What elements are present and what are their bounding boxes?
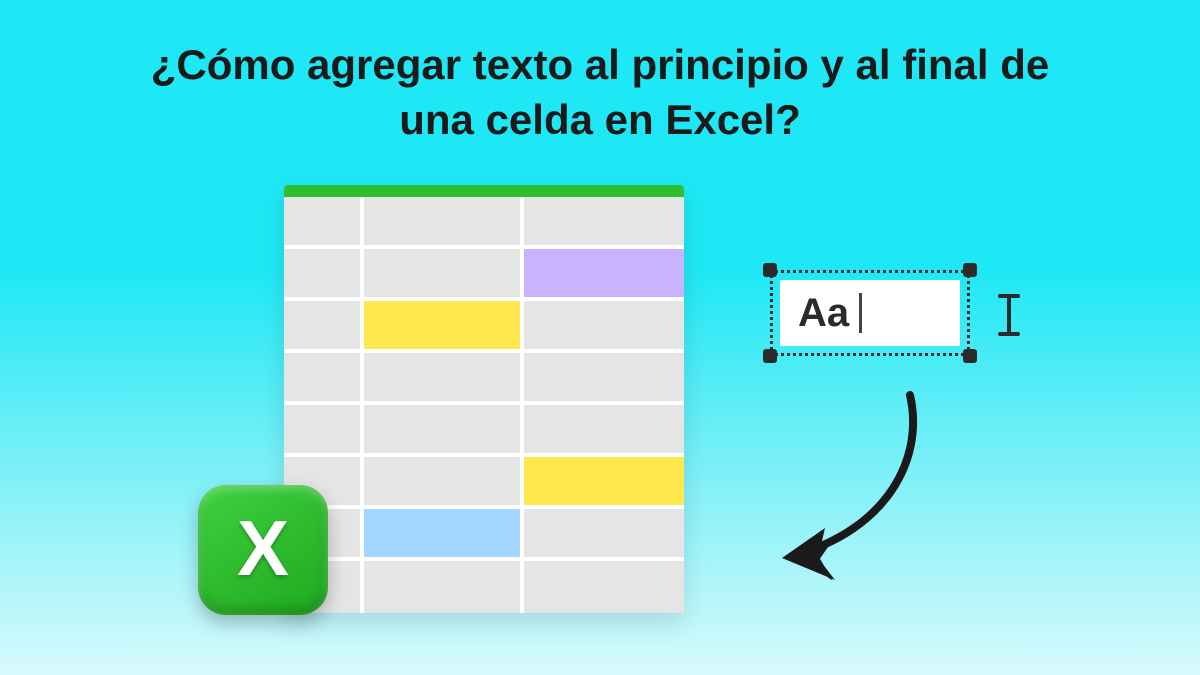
page-title: ¿Cómo agregar texto al principio y al fi… [150, 38, 1050, 147]
spreadsheet-cell [364, 509, 524, 557]
spreadsheet-cell [524, 353, 684, 401]
text-caret [859, 293, 862, 333]
arrow-icon [740, 380, 960, 590]
selection-handle-bottom-left [763, 349, 777, 363]
excel-app-icon: X [198, 485, 328, 615]
ibeam-cursor-icon [998, 294, 1020, 336]
spreadsheet-cell [364, 249, 524, 297]
selection-handle-top-left [763, 263, 777, 277]
spreadsheet-cell [524, 509, 684, 557]
spreadsheet-cell [364, 457, 524, 505]
spreadsheet-cell [284, 197, 364, 245]
text-input-field: Aa [780, 280, 960, 346]
spreadsheet-row [284, 197, 684, 249]
spreadsheet-cell [524, 457, 684, 505]
selection-handle-bottom-right [963, 349, 977, 363]
text-input-selection-box: Aa [770, 270, 970, 356]
spreadsheet-cell [284, 301, 364, 349]
spreadsheet-cell [364, 353, 524, 401]
text-input-value: Aa [798, 291, 849, 336]
excel-letter: X [237, 503, 289, 594]
selection-handle-top-right [963, 263, 977, 277]
spreadsheet-cell [524, 249, 684, 297]
spreadsheet-cell [364, 561, 524, 613]
spreadsheet-row [284, 249, 684, 301]
spreadsheet-cell [284, 405, 364, 453]
spreadsheet-cell [524, 405, 684, 453]
spreadsheet-row [284, 561, 684, 613]
spreadsheet-grid [284, 197, 684, 613]
spreadsheet-cell [364, 301, 524, 349]
spreadsheet-row [284, 509, 684, 561]
spreadsheet-cell [524, 197, 684, 245]
spreadsheet-row [284, 301, 684, 353]
spreadsheet-cell [364, 405, 524, 453]
spreadsheet-cell [284, 353, 364, 401]
spreadsheet-cell [524, 301, 684, 349]
spreadsheet-cell [524, 561, 684, 613]
spreadsheet-illustration [284, 185, 684, 613]
spreadsheet-topbar [284, 185, 684, 197]
spreadsheet-row [284, 405, 684, 457]
spreadsheet-cell [364, 197, 524, 245]
spreadsheet-row [284, 457, 684, 509]
spreadsheet-cell [284, 249, 364, 297]
spreadsheet-row [284, 353, 684, 405]
